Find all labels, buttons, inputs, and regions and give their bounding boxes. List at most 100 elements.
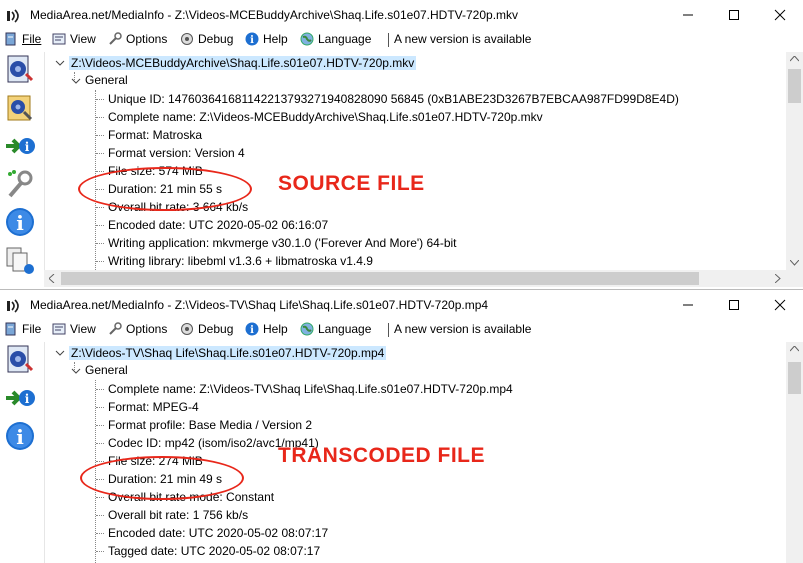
tree-root-file[interactable]: Z:\Videos-MCEBuddyArchive\Shaq.Life.s01e… [69,54,417,72]
close-icon [774,9,786,21]
menu-options-label: Options [126,32,168,46]
sidebar-toolbar: i i [0,342,44,563]
close-button[interactable] [757,290,803,320]
tree-root-file[interactable]: Z:\Videos-TV\Shaq Life\Shaq.Life.s01e07.… [69,344,387,362]
options-menu-icon [109,322,122,335]
scrollbar-thumb[interactable] [61,272,699,285]
about-icon[interactable]: i [4,420,36,452]
debug-menu-icon [181,33,193,45]
menu-debug[interactable]: Debug [180,32,233,46]
menu-view[interactable]: View [52,322,96,336]
debug-menu-icon [181,323,193,335]
menu-file[interactable]: File [4,322,41,336]
info-field-row[interactable]: Format version: Version 4 [108,144,245,162]
vertical-scrollbar[interactable] [786,342,803,563]
menu-options[interactable]: Options [108,32,167,46]
tree-line [96,261,104,262]
info-field-row[interactable]: Complete name: Z:\Videos-MCEBuddyArchive… [108,108,543,126]
duration-highlight-circle [78,167,252,211]
menu-file[interactable]: File [4,32,41,46]
scrollbar-thumb[interactable] [788,362,801,394]
new-version-link[interactable]: A new version is available [394,32,531,46]
svg-text:i: i [16,211,24,235]
window-title: MediaArea.net/MediaInfo - Z:\Videos-MCEB… [30,8,519,22]
menu-language[interactable]: Language [300,322,371,336]
info-field-row[interactable]: Complete name: Z:\Videos-TV\Shaq Life\Sh… [108,380,513,398]
tree-line [96,515,104,516]
close-button[interactable] [757,0,803,30]
info-field-row[interactable]: Encoded date: UTC 2020-05-02 06:16:07 [108,216,328,234]
chevron-down-icon[interactable] [71,366,81,376]
tree-line [96,407,104,408]
about-icon[interactable]: i [4,206,36,238]
tree-line [96,533,104,534]
chevron-down-icon[interactable] [55,58,65,68]
tree-line [96,99,104,100]
scroll-left-icon[interactable] [49,274,55,283]
new-version-link[interactable]: A new version is available [394,322,531,336]
vertical-scrollbar[interactable] [786,52,803,270]
tree-section-general[interactable]: General [85,361,128,379]
info-field-row[interactable]: Encoded date: UTC 2020-05-02 08:07:17 [108,524,328,542]
scroll-up-icon[interactable] [790,56,799,62]
scroll-right-icon[interactable] [775,274,781,283]
tree-line [96,207,104,208]
menu-options[interactable]: Options [108,322,167,336]
open-file-icon[interactable] [4,344,36,376]
tree-line [96,153,104,154]
menu-bar: File View Options Debug i Help Language … [0,30,803,50]
menu-debug-label: Debug [198,322,234,336]
menu-help[interactable]: i Help [245,32,288,46]
minimize-icon [683,14,693,16]
export-info-icon[interactable]: i [4,130,36,162]
title-bar[interactable]: MediaArea.net/MediaInfo - Z:\Videos-MCEB… [0,0,803,30]
mediainfo-window-source: MediaArea.net/MediaInfo - Z:\Videos-MCEB… [0,0,803,290]
minimize-button[interactable] [665,290,711,320]
chevron-down-icon[interactable] [71,76,81,86]
horizontal-scrollbar[interactable] [44,270,786,287]
info-field-row[interactable]: Writing application: mkvmerge v30.1.0 ('… [108,234,457,252]
help-menu-icon: i [245,322,259,336]
svg-text:i: i [250,35,254,46]
scroll-up-icon[interactable] [790,346,799,352]
open-file-icon[interactable] [4,54,36,86]
scrollbar-thumb[interactable] [788,69,801,103]
menu-debug[interactable]: Debug [180,322,233,336]
tree-line [96,117,104,118]
scrollbar-corner [786,270,803,287]
menu-language[interactable]: Language [300,32,371,46]
tree-section-general[interactable]: General [85,71,128,89]
info-field-row[interactable]: Format profile: Base Media / Version 2 [108,416,312,434]
menu-bar: File View Options Debug i Help Language … [0,320,803,340]
title-bar[interactable]: MediaArea.net/MediaInfo - Z:\Videos-TV\S… [0,290,803,320]
info-field-row[interactable]: Format: Matroska [108,126,202,144]
info-field-row[interactable]: Unique ID: 14760364168114221379327194082… [108,90,679,108]
menu-view-label: View [70,32,96,46]
svg-text:i: i [16,425,24,449]
file-menu-icon [5,32,16,46]
menu-help[interactable]: i Help [245,322,288,336]
info-field-row[interactable]: Tagged date: UTC 2020-05-02 08:07:17 [108,542,320,560]
menu-file-label: File [22,32,42,46]
minimize-button[interactable] [665,0,711,30]
svg-text:i: i [25,392,30,406]
maximize-button[interactable] [711,0,757,30]
open-folder-icon[interactable] [4,92,36,124]
preferences-icon[interactable] [4,168,36,200]
export-info-icon[interactable]: i [4,382,36,414]
tree-line [96,243,104,244]
compare-files-icon[interactable] [4,244,36,276]
info-field-row[interactable]: Writing library: libebml v1.3.6 + libmat… [108,252,373,270]
root-file-path: Z:\Videos-MCEBuddyArchive\Shaq.Life.s01e… [69,56,417,70]
info-tree: Z:\Videos-MCEBuddyArchive\Shaq.Life.s01e… [44,52,787,270]
globe-icon [300,32,314,46]
info-field-row[interactable]: Format: MPEG-4 [108,398,199,416]
maximize-button[interactable] [711,290,757,320]
chevron-down-icon[interactable] [55,348,65,358]
close-icon [774,299,786,311]
menu-view[interactable]: View [52,32,96,46]
tree-line [96,443,104,444]
scroll-down-icon[interactable] [790,260,799,266]
info-field-row[interactable]: Overall bit rate: 1 756 kb/s [108,506,248,524]
options-menu-icon [109,32,122,45]
